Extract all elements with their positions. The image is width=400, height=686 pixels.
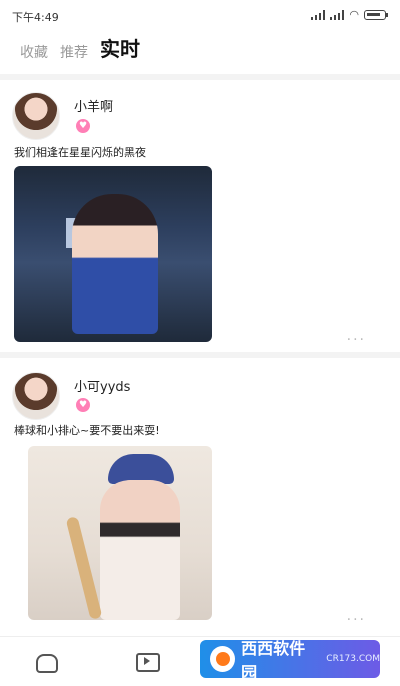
watermark-logo-icon	[210, 646, 236, 672]
username[interactable]: 小可yyds	[74, 376, 130, 395]
watermark-title: 西西软件园	[241, 639, 306, 682]
signal-icon	[330, 9, 345, 20]
avatar[interactable]	[12, 372, 60, 420]
tab-realtime[interactable]: 实时	[100, 33, 140, 66]
photo-bat	[65, 516, 103, 620]
photo-figure	[72, 194, 158, 334]
username[interactable]: 小羊啊	[74, 96, 113, 115]
wifi-icon: ◠	[349, 8, 359, 21]
post-photo[interactable]	[14, 166, 212, 342]
tab-favorites[interactable]: 收藏	[20, 42, 48, 66]
more-icon[interactable]: ···	[347, 612, 366, 628]
video-icon[interactable]	[134, 649, 160, 673]
photo-figure	[100, 480, 180, 620]
post-caption: 我们相逢在星星闪烁的黑夜	[14, 146, 146, 159]
level-badge-icon: ♥	[76, 119, 90, 133]
post-photo[interactable]	[28, 446, 212, 620]
watermark-subtitle: CR173.COM	[326, 654, 380, 664]
post-card[interactable]: 小可yyds ♥ 棒球和小排心~要不要出来耍! ···	[0, 358, 400, 634]
post-caption: 棒球和小排心~要不要出来耍!	[14, 424, 160, 437]
avatar[interactable]	[12, 92, 60, 140]
status-icons: ◠	[311, 8, 388, 21]
tab-recommend[interactable]: 推荐	[60, 42, 88, 66]
post-card[interactable]: 小羊啊 ♥ 我们相逢在星星闪烁的黑夜 ···	[0, 80, 400, 350]
level-badge-icon: ♥	[76, 398, 90, 412]
home-icon[interactable]	[33, 649, 59, 673]
tab-bar: 收藏 推荐 实时	[20, 32, 140, 66]
battery-icon	[364, 9, 388, 20]
watermark: 西西软件园 CR173.COM	[200, 639, 380, 682]
signal-icon	[311, 9, 326, 20]
more-icon[interactable]: ···	[347, 332, 366, 348]
status-bar: 下午4:49 ◠	[0, 0, 400, 30]
status-time: 下午4:49	[12, 11, 59, 24]
